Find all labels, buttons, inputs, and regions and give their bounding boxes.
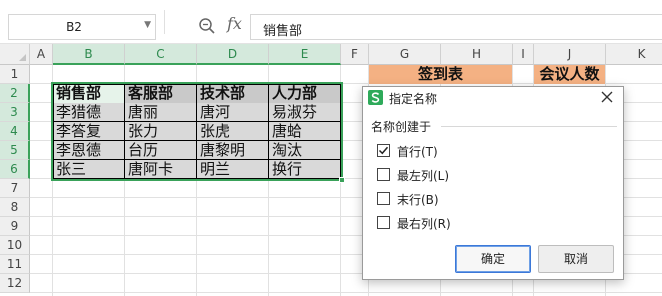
table-cell[interactable]: 唐丽 — [125, 103, 196, 122]
column-header-c[interactable]: C — [125, 44, 197, 65]
dialog-titlebar[interactable]: 指定名称 — [363, 87, 623, 109]
table-cell[interactable]: 张虎 — [197, 122, 268, 141]
checkbox-right-column[interactable] — [377, 216, 390, 229]
option-label: 末行(B) — [397, 193, 439, 207]
table-column-rule — [196, 84, 197, 179]
select-all-corner[interactable] — [0, 44, 30, 65]
table-header-cell[interactable]: 技术部 — [197, 84, 268, 103]
checkmark-icon — [378, 146, 389, 155]
divider — [164, 10, 165, 34]
column-header-a[interactable]: A — [30, 44, 53, 65]
zoom-icon[interactable] — [198, 17, 216, 35]
table-cell[interactable]: 唐阿卡 — [125, 160, 196, 179]
formula-content: 销售部 — [263, 24, 303, 39]
checkbox-bottom-row[interactable] — [377, 192, 390, 205]
formula-bar: B2 ▼ fx 销售部 — [0, 0, 662, 44]
row-header-12[interactable]: 12 — [0, 274, 30, 293]
chevron-down-icon[interactable]: ▼ — [144, 20, 151, 30]
checkbox-left-column[interactable] — [377, 168, 390, 181]
table-header-cell[interactable]: 客服部 — [125, 84, 196, 103]
table-cell[interactable]: 淘汰 — [269, 141, 340, 160]
wps-sheet-icon — [368, 90, 383, 105]
row-header-5[interactable]: 5 — [0, 141, 30, 160]
close-icon[interactable] — [599, 89, 615, 105]
table-cell[interactable]: 明兰 — [197, 160, 268, 179]
dialog-title: 指定名称 — [389, 92, 438, 106]
define-name-dialog: 指定名称 名称创建于 首行(T) 最左列(L) 末行(B) 最右列(R) 确定 … — [362, 86, 624, 280]
table-cell[interactable]: 台历 — [125, 141, 196, 160]
row-header-9[interactable]: 9 — [0, 217, 30, 236]
row-header-10[interactable]: 10 — [0, 236, 30, 255]
column-header-k[interactable]: K — [606, 44, 662, 65]
table-column-rule — [268, 84, 269, 179]
name-box-value: B2 — [66, 20, 82, 34]
table-header-cell[interactable]: 人力部 — [269, 84, 340, 103]
column-header-f[interactable]: F — [341, 44, 369, 65]
fill-handle[interactable] — [339, 177, 345, 183]
table-cell[interactable]: 换行 — [269, 160, 340, 179]
column-header-i[interactable]: I — [513, 44, 534, 65]
table-cell[interactable]: 唐黎明 — [197, 141, 268, 160]
meeting-count-cell[interactable]: 会议人数 — [534, 65, 605, 84]
table-cell[interactable]: 张三 — [53, 160, 124, 179]
table-cell[interactable]: 唐蛤 — [269, 122, 340, 141]
name-box[interactable]: B2 ▼ — [8, 14, 156, 40]
option-label: 最右列(R) — [397, 217, 451, 231]
divider — [441, 126, 617, 127]
column-header-g[interactable]: G — [369, 44, 441, 65]
row-header-1[interactable]: 1 — [0, 65, 30, 84]
row-header-11[interactable]: 11 — [0, 255, 30, 274]
table-row-rule — [53, 140, 341, 141]
column-header-b[interactable]: B — [53, 44, 125, 65]
table-cell[interactable]: 李猎德 — [53, 103, 124, 122]
cancel-button[interactable]: 取消 — [538, 245, 614, 273]
row-header-6[interactable]: 6 — [0, 160, 30, 179]
table-cell[interactable]: 易淑芬 — [269, 103, 340, 122]
option-label: 首行(T) — [397, 145, 438, 159]
table-cell[interactable]: 唐河 — [197, 103, 268, 122]
column-header-e[interactable]: E — [269, 44, 341, 65]
column-header-d[interactable]: D — [197, 44, 269, 65]
table-row-rule — [53, 121, 341, 122]
formula-input[interactable]: 销售部 — [250, 14, 662, 40]
row-header-8[interactable]: 8 — [0, 198, 30, 217]
ok-button[interactable]: 确定 — [455, 245, 531, 273]
sign-in-cell[interactable]: 签到表 — [369, 65, 512, 84]
row-header-3[interactable]: 3 — [0, 103, 30, 122]
checkbox-top-row[interactable] — [377, 144, 390, 157]
table-cell[interactable]: 李答复 — [53, 122, 124, 141]
fx-icon[interactable]: fx — [227, 14, 242, 33]
table-column-rule — [124, 84, 125, 179]
table-cell[interactable]: 李恩德 — [53, 141, 124, 160]
option-label: 最左列(L) — [397, 169, 450, 183]
gridline — [30, 292, 662, 293]
section-label: 名称创建于 — [371, 120, 432, 134]
row-header-2[interactable]: 2 — [0, 84, 30, 103]
row-header-4[interactable]: 4 — [0, 122, 30, 141]
table-cell[interactable]: 张力 — [125, 122, 196, 141]
table-header-cell[interactable]: 销售部 — [53, 84, 124, 103]
row-header-7[interactable]: 7 — [0, 179, 30, 198]
table-row-rule — [53, 159, 341, 160]
column-header-j[interactable]: J — [534, 44, 606, 65]
column-header-h[interactable]: H — [441, 44, 513, 65]
